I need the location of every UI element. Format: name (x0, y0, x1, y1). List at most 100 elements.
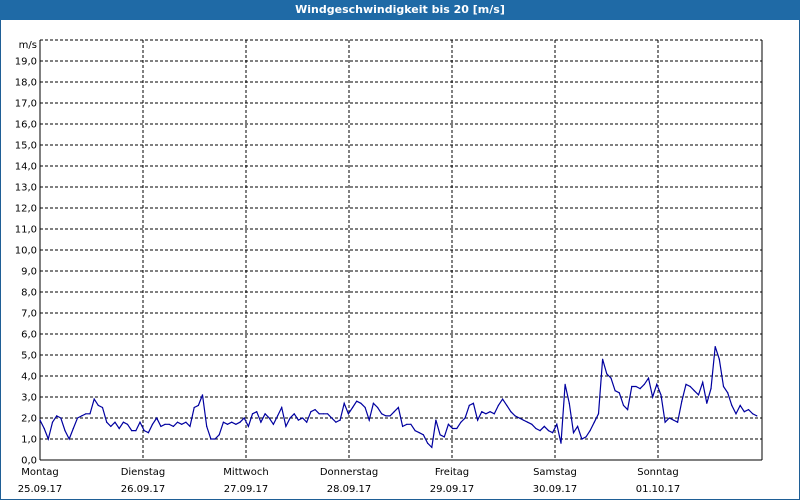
x-tick-date: 01.10.17 (636, 484, 681, 495)
y-tick-label: 15,0 (15, 141, 37, 152)
data-point (143, 430, 145, 432)
data-point (589, 430, 591, 432)
data-point (593, 421, 595, 423)
data-point (381, 413, 383, 415)
data-point (539, 430, 541, 432)
data-point (118, 427, 120, 430)
y-tick-label: 13,0 (15, 183, 37, 194)
data-point (493, 413, 495, 415)
data-point (489, 411, 491, 413)
data-point (331, 417, 333, 419)
data-point (226, 423, 229, 425)
data-point (631, 385, 633, 388)
data-point (564, 383, 566, 385)
data-point (664, 421, 666, 423)
data-point (514, 415, 516, 417)
data-point (364, 406, 366, 409)
data-point (702, 381, 704, 383)
data-point (356, 400, 358, 402)
y-tick-label: 10,0 (15, 246, 37, 257)
data-point (668, 417, 670, 419)
data-point (97, 404, 99, 406)
data-point (126, 423, 129, 425)
data-point (368, 419, 370, 421)
y-tick-label: 7,0 (21, 309, 37, 320)
y-tick-label: 3,0 (21, 393, 37, 404)
data-point (293, 413, 295, 415)
data-point (264, 413, 266, 415)
data-point (731, 404, 733, 406)
data-point (56, 415, 58, 417)
data-point (672, 419, 675, 421)
data-point (506, 404, 508, 406)
data-point (660, 394, 662, 396)
y-tick-label: 17,0 (15, 99, 37, 110)
data-point (439, 434, 441, 436)
data-point (435, 419, 437, 421)
data-point (468, 404, 470, 406)
x-tick-date: 30.09.17 (533, 484, 578, 495)
data-point (314, 409, 316, 411)
chart: 0,0 1,0 2,0 3,0 4,0 5,0 6,0 7,0 8,0 9,0 10,0 11,0 12… (15, 39, 763, 495)
data-point (568, 402, 570, 404)
data-point (360, 402, 362, 404)
data-point (206, 425, 208, 427)
data-point (577, 425, 579, 427)
x-tick-date: 28.09.17 (327, 484, 372, 495)
data-point (497, 404, 499, 406)
data-point (60, 417, 62, 419)
data-point (397, 406, 399, 409)
data-point (347, 413, 349, 415)
data-point (452, 427, 454, 430)
data-point (410, 423, 412, 425)
data-point (739, 404, 741, 406)
data-point (706, 402, 708, 404)
data-point (164, 423, 166, 425)
data-point (185, 421, 187, 423)
data-point (176, 421, 179, 423)
data-point (327, 413, 329, 415)
y-tick-label: 14,0 (15, 162, 37, 173)
data-point (189, 425, 191, 427)
data-point (222, 421, 224, 423)
data-point (552, 432, 554, 434)
x-tick-weekday: Donnerstag (320, 467, 378, 478)
x-tick-weekday: Samstag (533, 467, 577, 478)
data-point (135, 430, 137, 432)
data-point (89, 413, 91, 415)
data-point (81, 415, 83, 417)
data-point (306, 421, 308, 423)
data-point (197, 404, 199, 406)
data-point (272, 423, 274, 425)
data-point (456, 427, 458, 430)
data-point (443, 436, 445, 438)
data-point (460, 421, 462, 423)
data-point (64, 430, 66, 432)
data-point (160, 425, 162, 427)
data-point (472, 402, 474, 404)
data-point (239, 421, 241, 423)
data-point (343, 402, 345, 404)
y-tick-label: 8,0 (21, 288, 37, 299)
data-point (743, 411, 745, 413)
data-point (277, 415, 279, 417)
data-point (747, 409, 750, 411)
data-point (139, 421, 141, 423)
data-point (339, 419, 341, 421)
data-point (168, 423, 170, 425)
data-point (101, 406, 104, 409)
data-point (372, 402, 374, 404)
x-tick-weekday: Dienstag (121, 467, 166, 478)
data-point (681, 400, 683, 402)
data-point (652, 396, 654, 398)
data-point (72, 427, 74, 430)
data-point (39, 419, 41, 421)
y-tick-label: 16,0 (15, 120, 37, 131)
data-point (722, 385, 725, 388)
y-tick-label: 11,0 (15, 225, 37, 236)
data-point (689, 385, 691, 388)
data-point (510, 411, 512, 413)
data-point (477, 419, 479, 421)
data-point (414, 430, 416, 432)
y-tick-label: 18,0 (15, 78, 37, 89)
